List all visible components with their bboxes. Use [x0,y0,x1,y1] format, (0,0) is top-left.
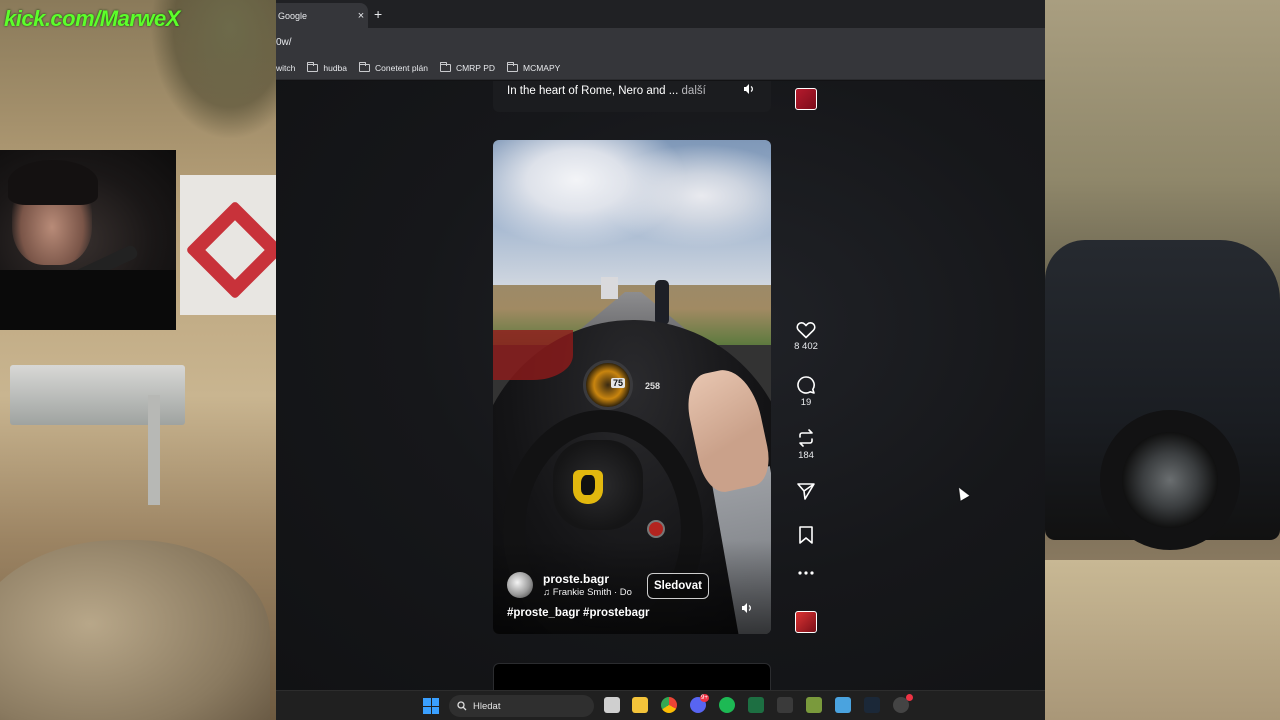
address-bar[interactable]: 0w/ [276,28,1045,56]
tab-google[interactable]: Google × [276,3,368,28]
folder-icon [359,61,371,72]
bookmark-mcmapy[interactable]: MCMAPY [507,61,561,73]
streamer-hair [8,160,98,205]
folder-icon [507,61,518,72]
bench-leg [148,395,160,505]
search-placeholder: Hledat [473,700,501,712]
game-background-left [0,0,276,720]
prancing-horse-icon [581,475,595,495]
comment-button[interactable]: 19 [786,375,826,408]
folder-icon [307,61,319,72]
repost-count: 184 [798,450,814,461]
streamer-shirt [0,270,176,330]
like-count: 8 402 [794,341,818,352]
bookmark-button[interactable] [786,525,826,545]
url-text[interactable]: 0w/ [276,37,292,48]
repost-button[interactable]: 184 [786,428,826,461]
bookmark-label: Conetent plán [375,62,428,73]
heart-icon [796,322,816,339]
tab-title: Google [278,10,308,21]
bookmark-label: MCMAPY [523,62,561,73]
ground [1045,560,1280,720]
taskbar-search[interactable]: Hledat [449,695,594,717]
app-g-icon[interactable] [777,697,793,713]
previous-video-caption: In the heart of Rome, Nero and ... další [507,85,706,97]
music-title: Frankie Smith · Do [552,587,632,598]
tab-bar: Google × + [276,0,1045,28]
comment-count: 19 [800,397,812,408]
notepad-icon[interactable] [835,697,851,713]
discord-badge: 9+ [700,694,709,702]
volume-icon[interactable] [741,602,753,614]
bookmark-label: hudba [323,62,348,73]
video-hashtags[interactable]: #proste_bagr #prostebagr [507,607,650,619]
next-video-card[interactable] [493,663,771,690]
bookmark-icon [799,526,813,544]
task-view-icon[interactable] [604,697,620,713]
notification-dot [906,694,913,701]
volume-icon[interactable] [743,83,755,95]
search-icon [457,701,467,711]
windows-start-icon[interactable] [423,698,439,714]
more-dots-icon [798,571,814,575]
share-icon [797,483,815,500]
video-motorcycle [655,280,669,325]
video-player[interactable]: 75 258 proste.bagr ♫ Frankie Smith · Do … [493,140,771,634]
game-launcher-icon[interactable] [806,697,822,713]
new-tab-button[interactable]: + [374,6,382,22]
game-background-right [1045,0,1280,720]
car-wheel [1100,410,1240,550]
chrome-icon[interactable] [661,697,677,713]
browser-window: Google × + 0w/ witch hudba Conetent plán… [276,0,1045,720]
share-button[interactable] [786,481,826,501]
bookmark-hudba[interactable]: hudba [307,61,348,73]
bookmark-label: CMRP PD [455,62,495,73]
previous-author-avatar[interactable] [795,88,817,110]
tiktok-feed[interactable]: In the heart of Rome, Nero and ... další… [276,81,1045,690]
follow-button[interactable]: Sledovat [647,573,709,599]
comment-icon [797,376,815,394]
rock [0,540,270,720]
music-info[interactable]: ♫ Frankie Smith · Do [543,587,635,598]
bookmarks-bar: witch hudba Conetent plán CMRP PD MCMAPY [276,56,1045,80]
author-avatar[interactable] [507,572,533,598]
windows-taskbar: Hledat 9+ [276,690,1045,720]
dashboard-trim [493,330,573,380]
previous-video-card[interactable]: In the heart of Rome, Nero and ... další [493,81,771,112]
video-sky [493,140,771,300]
more-options-button[interactable] [786,569,826,577]
stream-link-overlay: kick.com/MarweX [4,6,180,31]
folder-icon [439,61,451,72]
gear-readout: 75 [611,378,626,388]
steam-icon[interactable] [864,697,880,713]
video-truck [601,277,618,299]
engine-start-button [647,520,665,538]
more-link[interactable]: další [682,85,706,97]
repost-icon [799,429,813,447]
file-explorer-icon[interactable] [632,697,648,713]
music-note-icon: ♫ [543,587,553,598]
music-disc-avatar[interactable] [795,611,817,633]
excel-icon[interactable] [748,697,764,713]
bookmark-witch[interactable]: witch [276,63,295,73]
like-button[interactable]: 8 402 [786,321,826,352]
spotify-icon[interactable] [719,697,735,713]
author-name[interactable]: proste.bagr [543,572,609,586]
bookmark-label: witch [276,62,296,73]
tachometer [583,360,633,410]
speed-readout: 258 [645,381,661,391]
webcam-overlay [0,150,176,330]
bookmark-cmrp-pd[interactable]: CMRP PD [439,61,495,73]
bookmark-conetent-plan[interactable]: Conetent plán [359,61,428,73]
close-tab-icon[interactable]: × [354,10,368,22]
